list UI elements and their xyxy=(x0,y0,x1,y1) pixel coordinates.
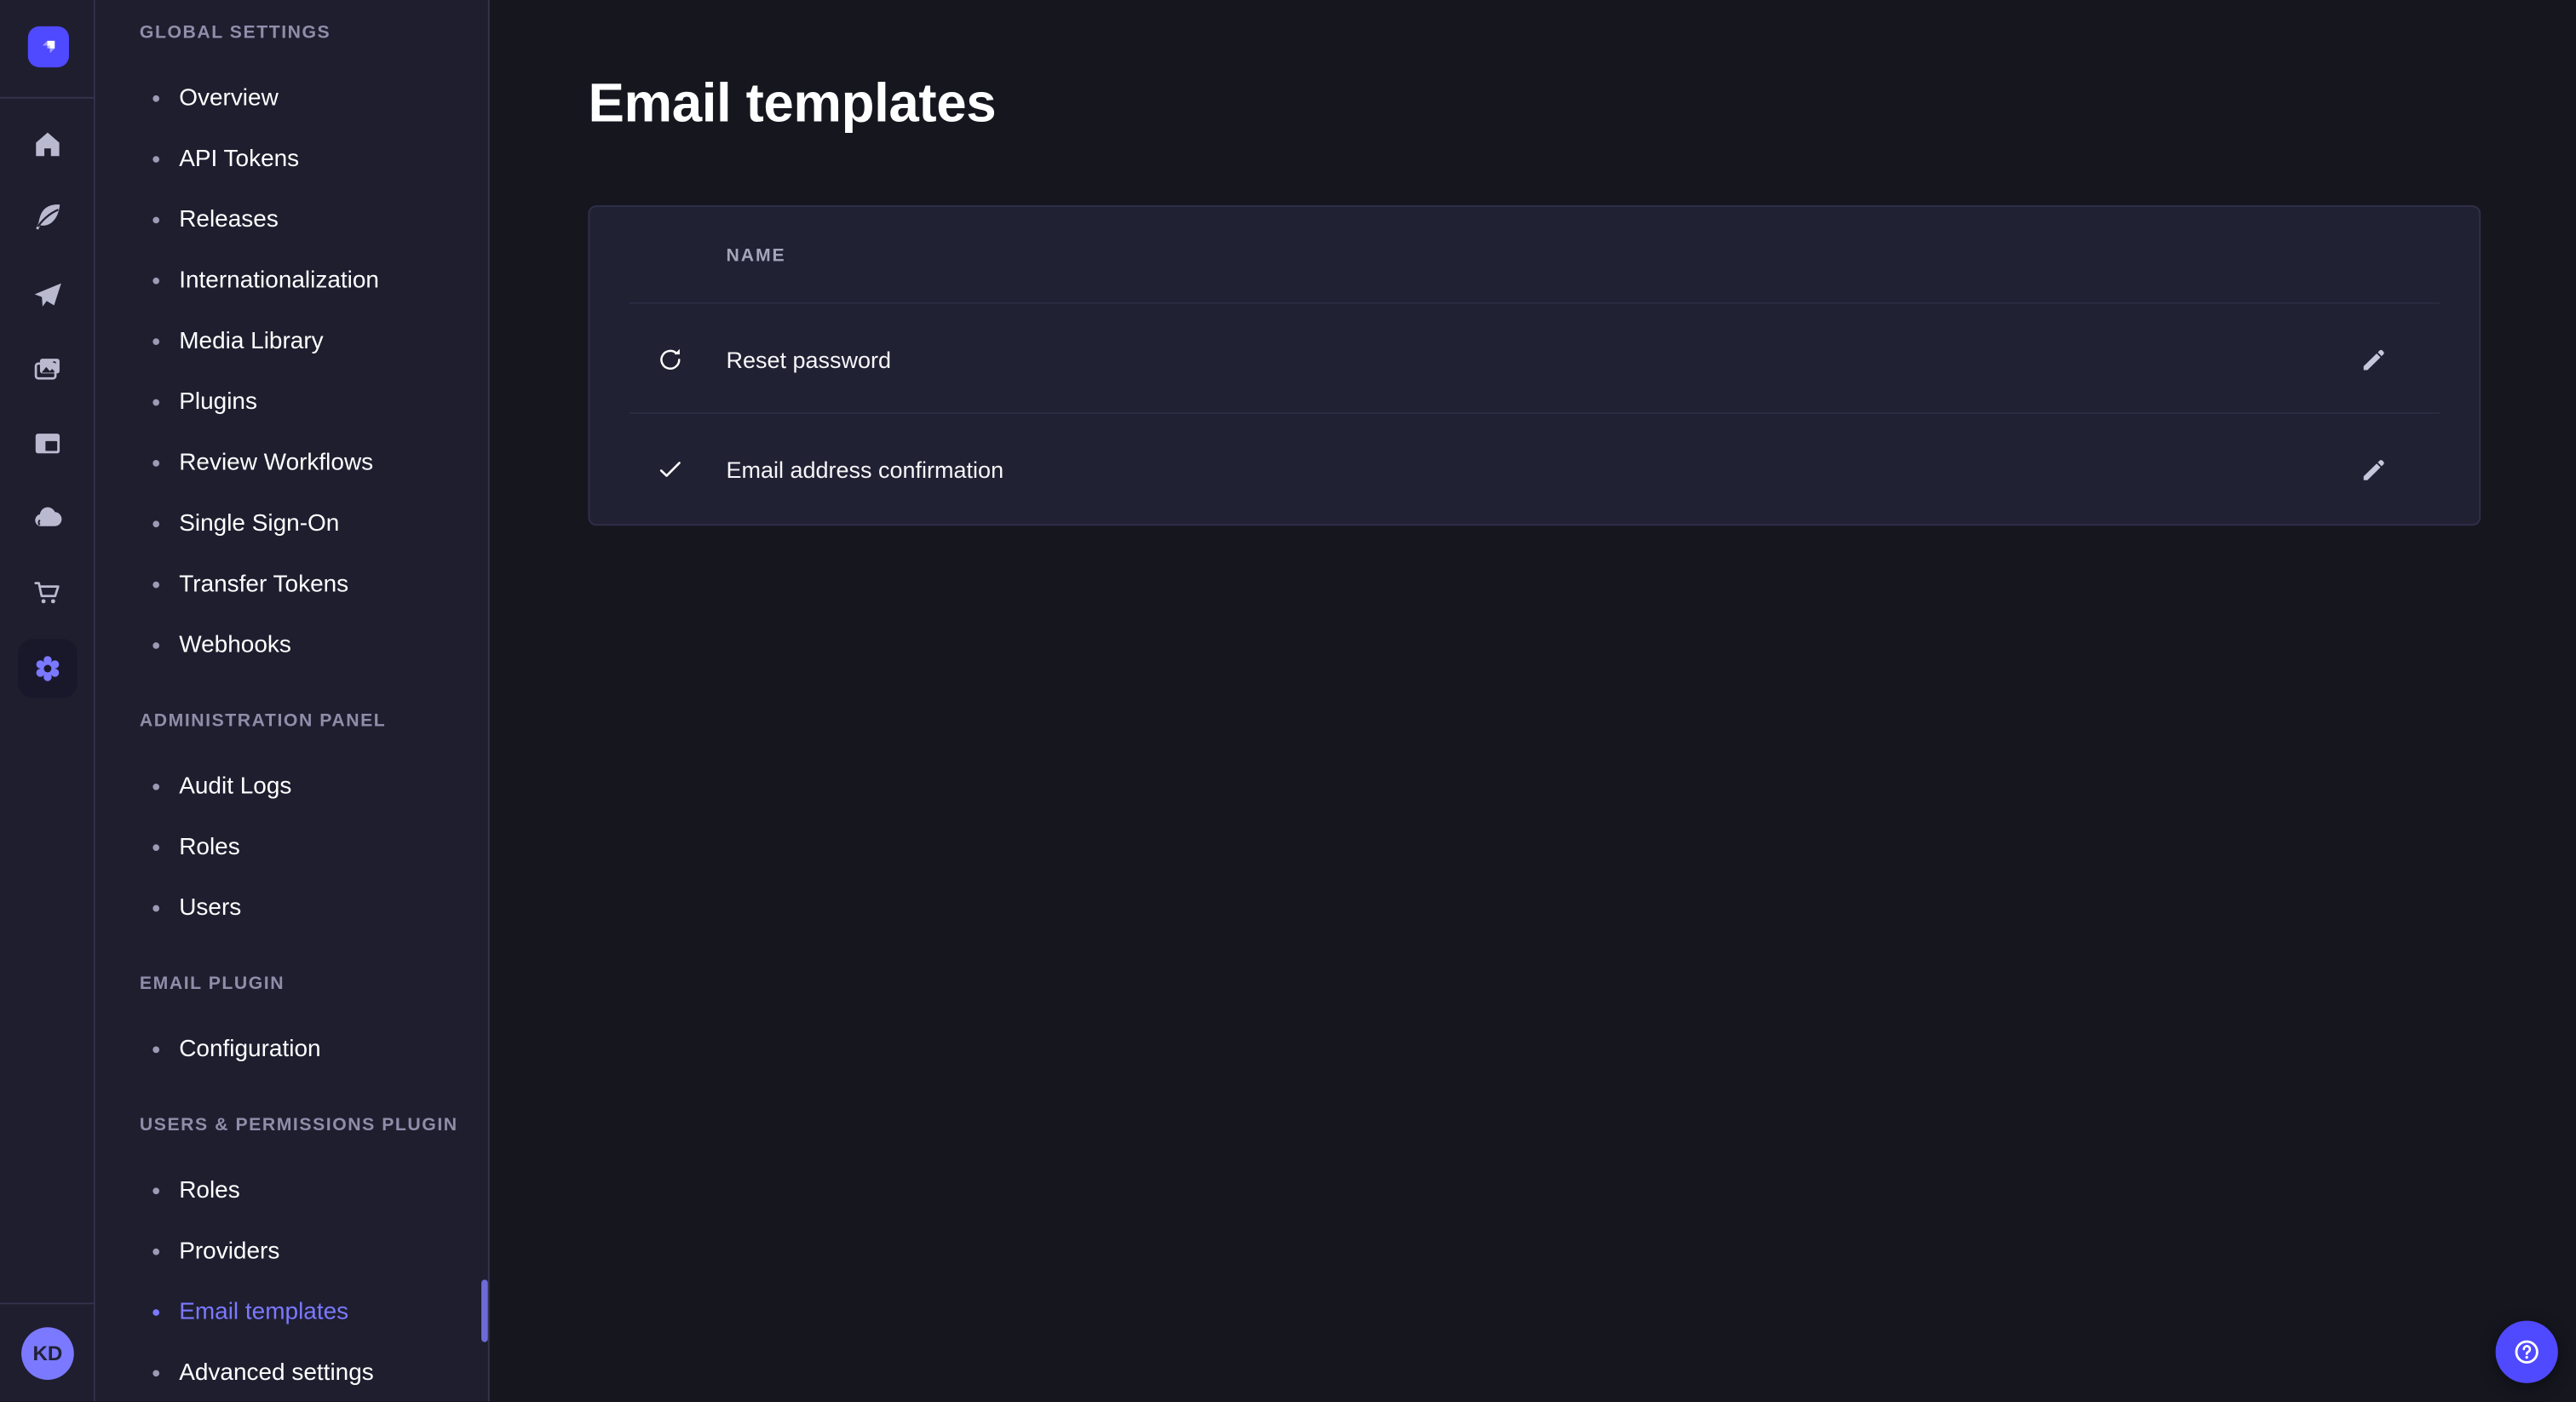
bullet-icon xyxy=(152,641,159,648)
strapi-logo-icon xyxy=(35,33,63,61)
template-name: Reset password xyxy=(726,346,891,372)
subnav-item-configuration[interactable]: Configuration xyxy=(95,1019,488,1079)
bullet-icon xyxy=(152,905,159,911)
app-root: KD Global Settings Overview API Tokens R… xyxy=(0,0,2576,1401)
subnav-item-label: Transfer Tokens xyxy=(179,571,348,597)
page-title: Email templates xyxy=(588,72,2576,135)
layout-icon[interactable] xyxy=(18,414,77,473)
main-content: Email templates Name Reset password xyxy=(492,0,2576,1401)
refresh-icon xyxy=(656,344,686,374)
bullet-icon xyxy=(152,1046,159,1053)
bullet-icon xyxy=(152,216,159,223)
subnav-item-label: Overview xyxy=(179,84,279,111)
subnav-item-email-templates[interactable]: Email templates xyxy=(95,1281,488,1342)
main-nav-rail: KD xyxy=(0,0,95,1401)
subnav-item-label: Single Sign-On xyxy=(179,510,339,537)
bullet-icon xyxy=(152,155,159,162)
table-row-reset-password[interactable]: Reset password xyxy=(589,304,2479,414)
subnav-item-label: Audit Logs xyxy=(179,773,291,799)
subnav-item-admin-roles[interactable]: Roles xyxy=(95,817,488,877)
bullet-icon xyxy=(152,399,159,405)
subnav-item-releases[interactable]: Releases xyxy=(95,189,488,250)
cloud-icon[interactable] xyxy=(18,488,77,547)
bullet-icon xyxy=(152,95,159,101)
subnav-item-label: Users xyxy=(179,894,241,921)
user-avatar[interactable]: KD xyxy=(21,1327,74,1380)
subnav-item-label: API Tokens xyxy=(179,146,299,172)
pencil-icon xyxy=(2359,454,2389,484)
strapi-logo[interactable] xyxy=(28,26,69,67)
gear-icon[interactable] xyxy=(18,639,77,698)
subnav-item-label: Configuration xyxy=(179,1036,320,1062)
bullet-icon xyxy=(152,1248,159,1255)
subnav-section-email-plugin: Email Plugin Configuration xyxy=(95,971,488,1079)
check-icon xyxy=(656,454,686,484)
subnav-scrollbar-thumb[interactable] xyxy=(481,1279,488,1342)
bullet-icon xyxy=(152,581,159,588)
subnav-item-webhooks[interactable]: Webhooks xyxy=(95,614,488,675)
subnav-item-label: Advanced settings xyxy=(179,1359,374,1386)
section-label: Administration Panel xyxy=(140,708,488,734)
bullet-icon xyxy=(152,1187,159,1193)
subnav-item-transfer-tokens[interactable]: Transfer Tokens xyxy=(95,554,488,614)
bullet-icon xyxy=(152,459,159,466)
subnav-section-users-permissions-plugin: Users & Permissions Plugin Roles Provide… xyxy=(95,1112,488,1401)
table-row-email-address-confirmation[interactable]: Email address confirmation xyxy=(589,414,2479,524)
question-mark-icon xyxy=(2510,1336,2544,1369)
subnav-item-label: Webhooks xyxy=(179,632,291,658)
help-button[interactable] xyxy=(2496,1321,2558,1383)
subnav-item-label: Internationalization xyxy=(179,267,379,293)
subnav-item-label: Email templates xyxy=(179,1299,348,1325)
section-label: Users & Permissions Plugin xyxy=(140,1112,488,1139)
subnav-item-media-library[interactable]: Media Library xyxy=(95,311,488,371)
subnav-item-label: Review Workflows xyxy=(179,449,373,475)
bullet-icon xyxy=(152,843,159,850)
email-templates-table: Name Reset password xyxy=(588,205,2481,526)
subnav-item-label: Releases xyxy=(179,206,279,233)
section-label: Email Plugin xyxy=(140,971,488,997)
home-icon[interactable] xyxy=(18,115,77,174)
cart-icon[interactable] xyxy=(18,564,77,623)
settings-subnav: Global Settings Overview API Tokens Rele… xyxy=(95,0,490,1401)
edit-button[interactable] xyxy=(2351,336,2397,382)
subnav-item-providers[interactable]: Providers xyxy=(95,1221,488,1281)
bullet-icon xyxy=(152,1369,159,1376)
bullet-icon xyxy=(152,277,159,284)
subnav-item-admin-users[interactable]: Users xyxy=(95,877,488,938)
subnav-item-internationalization[interactable]: Internationalization xyxy=(95,250,488,310)
rail-divider xyxy=(0,97,94,99)
bullet-icon xyxy=(152,520,159,526)
subnav-item-single-sign-on[interactable]: Single Sign-On xyxy=(95,493,488,554)
section-label: Global Settings xyxy=(140,20,488,46)
bullet-icon xyxy=(152,783,159,790)
subnav-item-advanced-settings[interactable]: Advanced settings xyxy=(95,1342,488,1401)
subnav-item-overview[interactable]: Overview xyxy=(95,67,488,128)
paper-plane-icon[interactable] xyxy=(18,266,77,325)
subnav-item-label: Providers xyxy=(179,1238,279,1264)
pencil-icon xyxy=(2359,344,2389,374)
subnav-item-label: Plugins xyxy=(179,388,257,415)
subnav-item-label: Media Library xyxy=(179,328,323,354)
subnav-item-label: Roles xyxy=(179,834,240,860)
feather-icon[interactable] xyxy=(18,187,77,246)
subnav-item-review-workflows[interactable]: Review Workflows xyxy=(95,432,488,492)
column-header-name: Name xyxy=(726,245,785,265)
subnav-item-plugins[interactable]: Plugins xyxy=(95,371,488,432)
rail-divider xyxy=(0,1302,94,1304)
subnav-item-api-tokens[interactable]: API Tokens xyxy=(95,128,488,188)
subnav-section-administration-panel: Administration Panel Audit Logs Roles Us… xyxy=(95,708,488,938)
edit-button[interactable] xyxy=(2351,446,2397,492)
subnav-item-up-roles[interactable]: Roles xyxy=(95,1160,488,1221)
bullet-icon xyxy=(152,1308,159,1315)
bullet-icon xyxy=(152,337,159,344)
table-header-row: Name xyxy=(589,207,2479,304)
media-library-icon[interactable] xyxy=(18,340,77,399)
subnav-item-label: Roles xyxy=(179,1177,240,1204)
template-name: Email address confirmation xyxy=(726,456,1003,482)
subnav-item-audit-logs[interactable]: Audit Logs xyxy=(95,756,488,816)
subnav-section-global-settings: Global Settings Overview API Tokens Rele… xyxy=(95,20,488,675)
